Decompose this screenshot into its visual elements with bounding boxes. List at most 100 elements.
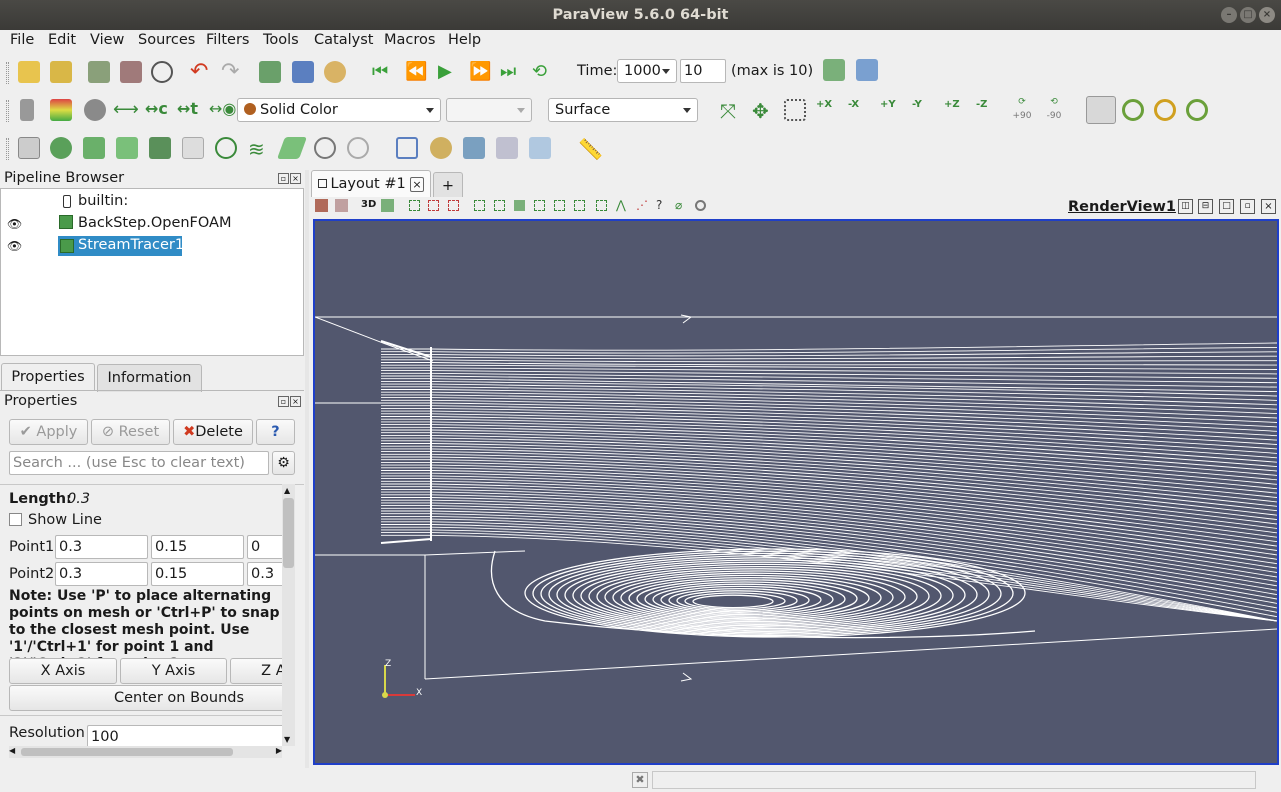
color-map-icon[interactable]: [50, 99, 72, 121]
scroll-down-icon[interactable]: ▼: [284, 735, 290, 744]
add-selection-icon[interactable]: [856, 59, 878, 81]
add-layout-button[interactable]: +: [433, 172, 463, 200]
polygon-select-icon[interactable]: [534, 200, 545, 211]
play-icon[interactable]: ▶: [438, 61, 460, 83]
menu-tools[interactable]: Tools: [263, 32, 299, 48]
reset-camera-icon[interactable]: ⤧: [720, 99, 742, 123]
help-button[interactable]: ?: [256, 419, 295, 445]
undock-icon[interactable]: ▫: [278, 396, 289, 407]
history-icon[interactable]: [335, 199, 348, 212]
pipeline-item-backstep[interactable]: BackStep.OpenFOAM: [78, 215, 231, 231]
edit-probe-icon[interactable]: [529, 137, 551, 159]
select-points-icon[interactable]: [428, 200, 439, 211]
shrink-selection-icon[interactable]: [574, 200, 585, 211]
close-view-icon[interactable]: ×: [1261, 199, 1276, 214]
interactive-select-icon[interactable]: [494, 200, 505, 211]
grow-selection-icon[interactable]: [554, 200, 565, 211]
connect-icon[interactable]: [88, 61, 110, 83]
disconnect-icon[interactable]: [120, 61, 142, 83]
menu-filters[interactable]: Filters: [206, 32, 249, 48]
capture-icon[interactable]: [315, 199, 328, 212]
menu-help[interactable]: Help: [448, 32, 481, 48]
render-view-name[interactable]: RenderView1: [1068, 199, 1176, 215]
warp-vector-icon[interactable]: [276, 137, 308, 159]
edit-colormap-icon[interactable]: [84, 99, 106, 121]
plot-selection-icon[interactable]: [430, 137, 452, 159]
menu-sources[interactable]: Sources: [138, 32, 195, 48]
view-plus-z-icon[interactable]: +Z: [944, 99, 966, 121]
loop-icon[interactable]: ⟲: [532, 61, 554, 83]
pipeline-item-streamtracer[interactable]: StreamTracer1: [78, 237, 184, 253]
hover-points-icon[interactable]: [514, 200, 525, 211]
split-horizontal-icon[interactable]: ◫: [1178, 199, 1193, 214]
advanced-gear-icon[interactable]: ⚙: [272, 451, 295, 475]
orientation-axes-icon[interactable]: [1086, 96, 1116, 124]
reset-button[interactable]: ⊘ Reset: [91, 419, 170, 445]
extract-level-icon[interactable]: [347, 137, 369, 159]
rotate-minus-90-icon[interactable]: ⟲ -90: [1040, 95, 1068, 125]
group-datasets-icon[interactable]: [314, 137, 336, 159]
maximize-view-icon[interactable]: □: [1219, 199, 1234, 214]
rescale-custom-icon[interactable]: ↔c: [145, 99, 168, 121]
abort-icon[interactable]: ✖: [632, 772, 648, 788]
pick-center-icon[interactable]: [1122, 99, 1144, 121]
point1-y-field[interactable]: 0.15: [151, 535, 244, 559]
menu-macros[interactable]: Macros: [384, 32, 435, 48]
coloring-combo[interactable]: Solid Color: [237, 98, 441, 122]
zoom-to-box-icon[interactable]: [784, 99, 806, 121]
threshold-icon[interactable]: [149, 137, 171, 159]
clear-selection-icon[interactable]: [596, 200, 607, 211]
splitter[interactable]: [305, 170, 309, 768]
zoom-to-data-icon[interactable]: ✥: [752, 99, 774, 123]
find-data-icon[interactable]: [823, 59, 845, 81]
show-line-checkbox[interactable]: [9, 513, 22, 526]
menu-catalyst[interactable]: Catalyst: [314, 32, 373, 48]
rescale-range-icon[interactable]: ⟷: [113, 99, 139, 121]
close-button[interactable]: ×: [1259, 7, 1275, 23]
auto-apply-icon[interactable]: [151, 61, 173, 83]
tooltip-query-icon[interactable]: ?: [656, 198, 662, 212]
view-minus-y-icon[interactable]: -Y: [912, 99, 934, 121]
properties-hscrollbar[interactable]: ◀ ▶: [9, 746, 282, 758]
camera-icon[interactable]: [292, 61, 314, 83]
last-frame-icon[interactable]: ⏭: [500, 61, 522, 83]
split-vertical-icon[interactable]: ⊟: [1198, 199, 1213, 214]
point1-x-field[interactable]: 0.3: [55, 535, 148, 559]
point2-y-field[interactable]: 0.15: [151, 562, 244, 586]
z-axis-button[interactable]: Z Axis: [230, 658, 282, 684]
extract-subset-icon[interactable]: [182, 137, 204, 159]
render-view[interactable]: Z X: [313, 219, 1279, 765]
center-on-bounds-button[interactable]: Center on Bounds: [9, 685, 282, 711]
rotate-plus-90-icon[interactable]: ⟳ +90: [1008, 95, 1036, 125]
reset-center-icon[interactable]: [1186, 99, 1208, 121]
view-minus-x-icon[interactable]: -X: [848, 99, 870, 121]
point2-z-field[interactable]: 0.3: [247, 562, 282, 586]
select-frustum-icon[interactable]: [448, 200, 459, 211]
delete-button[interactable]: ✖Delete: [173, 419, 253, 445]
tab-properties[interactable]: Properties: [1, 363, 95, 391]
rescale-temporal-icon[interactable]: ↔t: [177, 99, 199, 121]
next-frame-icon[interactable]: ⏩: [469, 61, 491, 83]
toggle-visibility-icon[interactable]: [20, 99, 34, 121]
stop-select-icon[interactable]: [695, 200, 706, 211]
view-plus-y-icon[interactable]: +Y: [880, 99, 902, 121]
scroll-right-icon[interactable]: ▶: [276, 746, 282, 755]
close-tab-icon[interactable]: ×: [410, 177, 424, 192]
tab-layout-1[interactable]: Layout #1 ×: [311, 170, 431, 198]
palette-icon[interactable]: [324, 61, 346, 83]
menu-file[interactable]: File: [10, 32, 34, 48]
menu-view[interactable]: View: [90, 32, 124, 48]
minimize-button[interactable]: –: [1221, 7, 1237, 23]
select-block-icon[interactable]: [474, 200, 485, 211]
extract-selection-icon[interactable]: [396, 137, 418, 159]
calculator-icon[interactable]: [18, 137, 40, 159]
point2-x-field[interactable]: 0.3: [55, 562, 148, 586]
show-center-icon[interactable]: [1154, 99, 1176, 121]
clip-icon[interactable]: [83, 137, 105, 159]
reset-camera-icon[interactable]: [259, 61, 281, 83]
ruler-icon[interactable]: 📏: [578, 137, 603, 161]
maximize-button[interactable]: □: [1240, 7, 1256, 23]
time-combo[interactable]: 1000: [617, 59, 677, 83]
load-state-icon[interactable]: [50, 61, 72, 83]
close-panel-icon[interactable]: ×: [290, 396, 301, 407]
